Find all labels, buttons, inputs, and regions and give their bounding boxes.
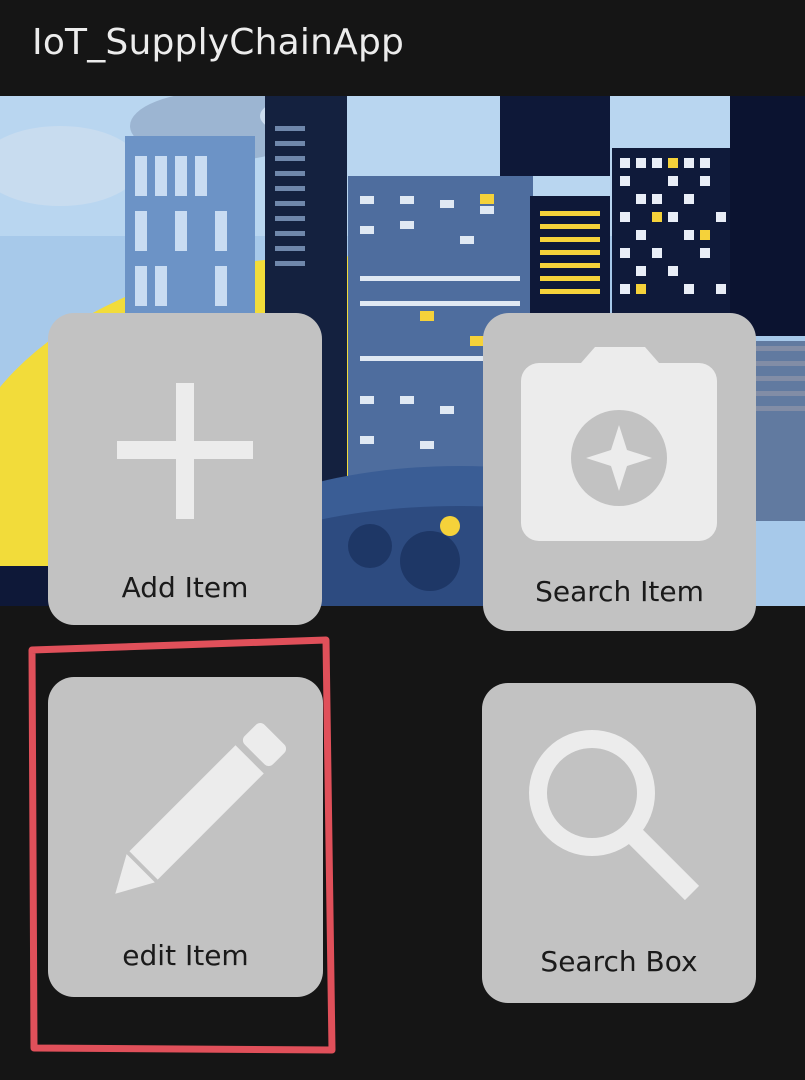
add-item-label: Add Item [121, 571, 249, 604]
edit-item-label: edit Item [122, 939, 249, 972]
camera-icon [521, 347, 717, 541]
app-bar: IoT_SupplyChainApp [0, 0, 805, 96]
edit-item-button[interactable]: edit Item [48, 677, 323, 997]
pencil-icon [115, 722, 287, 894]
app-title: IoT_SupplyChainApp [32, 22, 405, 63]
search-box-button[interactable]: Search Box [482, 683, 756, 1003]
add-item-button[interactable]: Add Item [48, 313, 322, 625]
magnifier-icon [529, 730, 700, 901]
plus-icon [117, 383, 253, 519]
search-box-label: Search Box [540, 945, 698, 978]
search-item-button[interactable]: Search Item [483, 313, 756, 631]
search-item-label: Search Item [535, 575, 704, 608]
